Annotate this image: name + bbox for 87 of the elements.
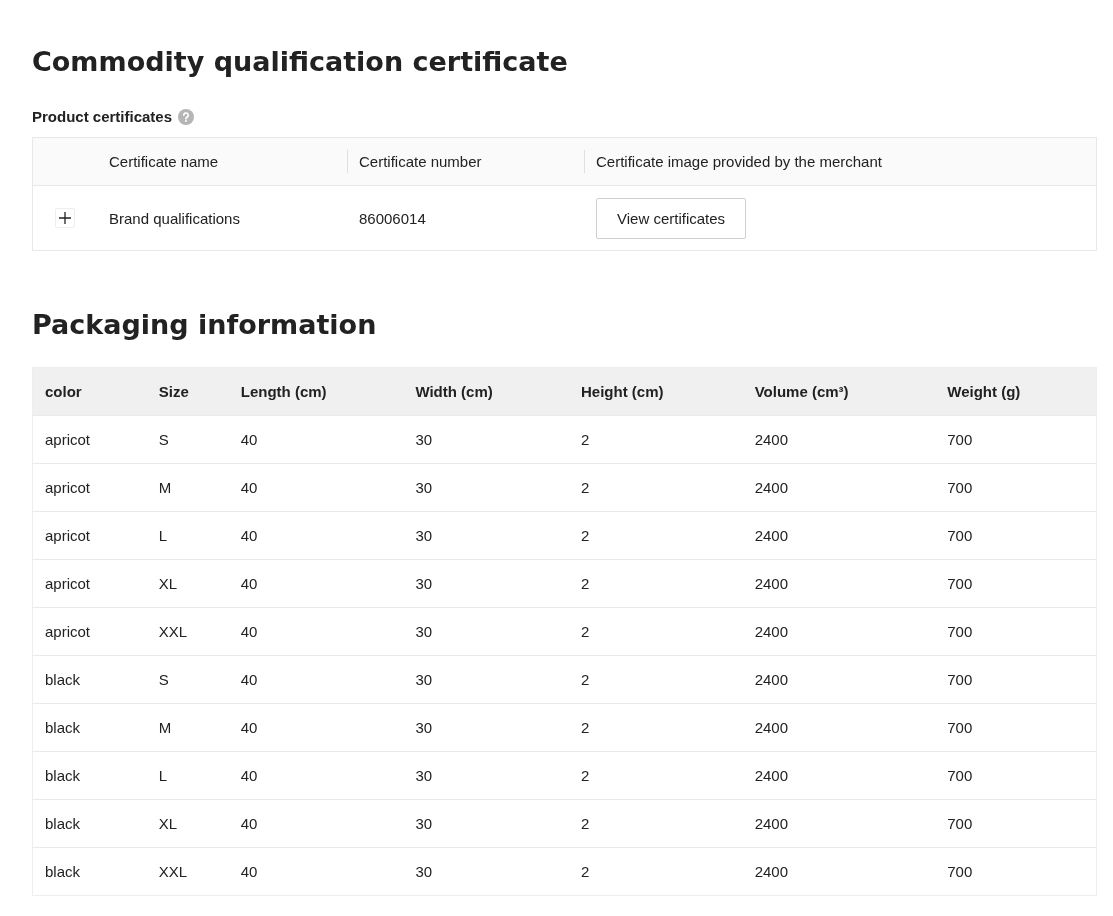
table-cell: 2400 [742,607,936,656]
table-cell: 40 [228,799,404,848]
table-cell: 700 [935,559,1097,608]
table-cell: apricot [32,463,147,512]
column-header: Volume (cm³) [742,367,936,416]
table-cell: XL [146,799,229,848]
column-header: Height (cm) [569,367,743,416]
table-cell: apricot [32,415,147,464]
table-cell: black [32,655,147,704]
table-cell: 40 [228,703,404,752]
table-cell: 700 [935,607,1097,656]
table-cell: 30 [403,703,569,752]
table-cell: S [146,415,229,464]
table-cell: black [32,799,147,848]
table-cell: 30 [403,463,569,512]
table-cell: 30 [403,415,569,464]
table-cell: 2 [569,703,743,752]
column-header: Size [146,367,229,416]
table-cell: 700 [935,799,1097,848]
table-cell: 700 [935,751,1097,800]
table-cell: 2400 [742,655,936,704]
table-cell: M [146,463,229,512]
table-cell: XXL [146,847,229,896]
table-cell: 30 [403,655,569,704]
table-cell: 2 [569,751,743,800]
table-cell: black [32,751,147,800]
column-header: Certificate number [347,137,584,186]
table-cell: 40 [228,655,404,704]
table-cell: 700 [935,703,1097,752]
table-cell: XL [146,559,229,608]
table-cell: XXL [146,607,229,656]
table-cell: 30 [403,607,569,656]
table-cell: 30 [403,847,569,896]
expand-button[interactable] [55,208,75,228]
table-cell: 2 [569,799,743,848]
table-cell: 2400 [742,751,936,800]
table-cell: 2400 [742,463,936,512]
section-title: Commodity qualification certificate [32,45,568,79]
table-cell: 40 [228,559,404,608]
column-header: Weight (g) [935,367,1097,416]
table-cell: apricot [32,607,147,656]
table-cell: 40 [228,415,404,464]
table-cell: 40 [228,607,404,656]
table-cell: 700 [935,415,1097,464]
table-cell: 700 [935,655,1097,704]
table-cell: apricot [32,511,147,560]
table-cell: 2400 [742,511,936,560]
table-cell: apricot [32,559,147,608]
column-header: Certificate image provided by the merchant [584,137,1097,186]
column-header: color [32,367,147,416]
table-cell: L [146,511,229,560]
table-cell: 2400 [742,559,936,608]
table-cell: 2400 [742,847,936,896]
table-cell: 2400 [742,703,936,752]
table-cell: 2 [569,511,743,560]
column-header: Certificate name [97,137,347,186]
table-cell: 2 [569,463,743,512]
table-cell: S [146,655,229,704]
section-title: Packaging information [32,308,377,342]
column-header: Width (cm) [403,367,569,416]
table-cell: 2 [569,607,743,656]
table-cell: M [146,703,229,752]
table-cell: 2 [569,655,743,704]
table-cell: 2 [569,559,743,608]
table-cell: Brand qualifications [97,185,347,251]
table-cell: 40 [228,751,404,800]
table-cell: 2400 [742,415,936,464]
table-cell: 30 [403,511,569,560]
table-cell: 30 [403,799,569,848]
table-cell: 40 [228,847,404,896]
table-cell: L [146,751,229,800]
table-cell: 30 [403,559,569,608]
table-cell: 40 [228,463,404,512]
table-cell: 2400 [742,799,936,848]
table-cell: 30 [403,751,569,800]
view-certificates-button[interactable]: View certificates [596,197,747,239]
table-cell: 86006014 [347,185,584,251]
table-cell: 2 [569,847,743,896]
table-cell: 700 [935,847,1097,896]
table-cell: 40 [228,511,404,560]
table-cell: 700 [935,463,1097,512]
subsection-title: Product certificates [32,108,173,125]
table-cell: black [32,847,147,896]
table-cell: 2 [569,415,743,464]
column-header: Length (cm) [228,367,404,416]
table-cell: black [32,703,147,752]
table-cell: 700 [935,511,1097,560]
